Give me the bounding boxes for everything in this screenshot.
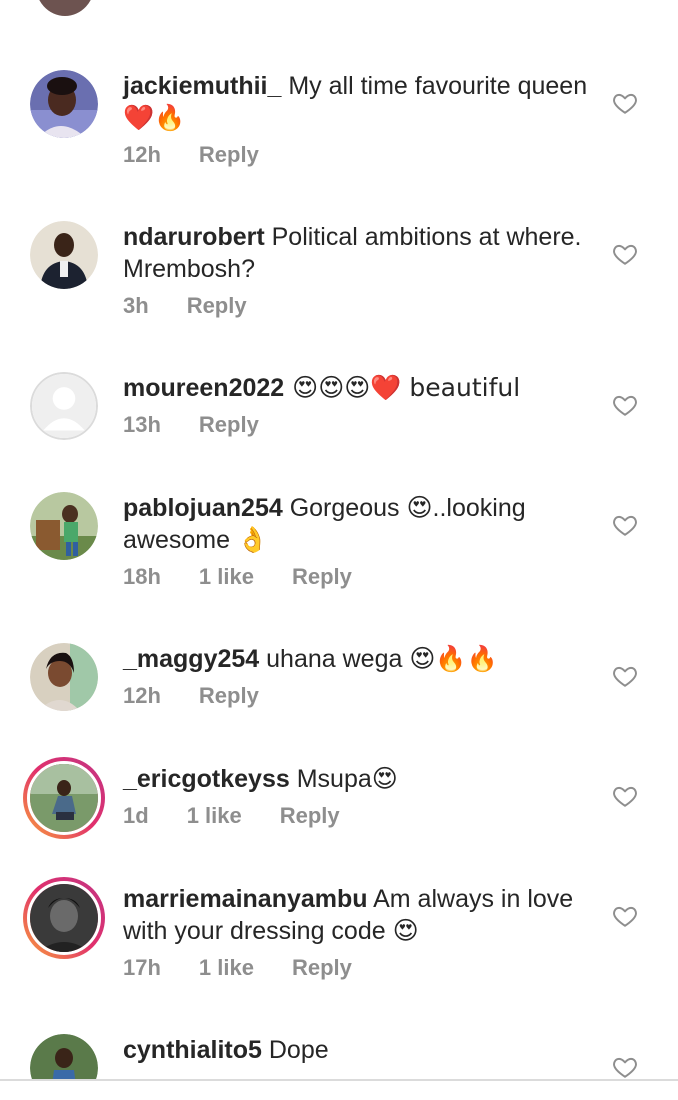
comment-text: jackiemuthii_ My all time favourite quee… xyxy=(123,70,593,134)
avatar-photo xyxy=(30,884,98,952)
comment-username[interactable]: marriemainanyambu xyxy=(123,885,368,913)
comment-username[interactable]: _maggy254 xyxy=(123,645,259,673)
heart-outline-icon[interactable] xyxy=(612,512,638,538)
comment-time: 13h xyxy=(123,412,161,437)
comment-body: Msupa😍 xyxy=(289,765,398,793)
heart-outline-icon[interactable] xyxy=(612,663,638,689)
comment-meta: 12h Reply xyxy=(123,142,593,168)
comment-time: 12h xyxy=(123,683,161,708)
bottom-divider xyxy=(0,1079,678,1081)
heart-outline-icon[interactable] xyxy=(612,90,638,116)
comment-username[interactable]: jackiemuthii_ xyxy=(123,72,281,100)
comment-body: My all time favourite queen xyxy=(281,72,588,100)
comment-time: 1d xyxy=(123,803,149,828)
avatar[interactable] xyxy=(30,492,98,560)
reply-button[interactable]: Reply xyxy=(292,564,352,590)
comment-username[interactable]: _ericgotkeyss xyxy=(123,765,290,793)
comment-text: pablojuan254 Gorgeous 😍..looking awesome… xyxy=(123,492,593,556)
avatar-photo xyxy=(30,492,98,560)
reply-button[interactable]: Reply xyxy=(199,683,259,709)
comment-time: 17h xyxy=(123,955,161,980)
like-count[interactable]: 1 like xyxy=(187,803,242,829)
avatar[interactable] xyxy=(30,1034,98,1079)
comment-meta: 12h Reply xyxy=(123,683,593,709)
reply-button[interactable]: Reply xyxy=(199,142,259,168)
comment-text: moureen2022 😍😍😍❤️ beautiful xyxy=(123,372,593,404)
comment-meta: 17h 1 like Reply xyxy=(123,955,593,981)
avatar[interactable] xyxy=(30,221,98,289)
avatar-photo xyxy=(30,1034,98,1079)
comment-meta: 13h Reply xyxy=(123,412,593,438)
heart-outline-icon[interactable] xyxy=(612,392,638,418)
avatar[interactable] xyxy=(30,70,98,138)
comment-text: cynthialito5 Dope xyxy=(123,1034,593,1066)
comment-time: 12h xyxy=(123,142,161,167)
like-count[interactable]: 1 like xyxy=(199,955,254,981)
comment-body: uhana wega 😍🔥🔥 xyxy=(259,645,498,673)
partial-comment xyxy=(0,0,678,20)
reply-button[interactable]: Reply xyxy=(292,955,352,981)
heart-outline-icon[interactable] xyxy=(612,241,638,267)
heart-outline-icon[interactable] xyxy=(612,1054,638,1079)
comment-time: 3h xyxy=(123,293,149,318)
avatar-photo xyxy=(30,70,98,138)
comment-text: ndarurobert Political ambitions at where… xyxy=(123,221,593,285)
comment-text: _ericgotkeyss Msupa😍 xyxy=(123,763,593,795)
avatar[interactable] xyxy=(35,0,95,16)
comment-username[interactable]: moureen2022 xyxy=(123,374,284,402)
comment-emoji: ❤️🔥 xyxy=(123,103,186,132)
default-avatar-icon xyxy=(32,374,96,438)
comment-username[interactable]: ndarurobert xyxy=(123,223,265,251)
like-count[interactable]: 1 like xyxy=(199,564,254,590)
comment-text: marriemainanyambu Am always in love with… xyxy=(123,883,593,947)
reply-button[interactable]: Reply xyxy=(199,412,259,438)
avatar-photo xyxy=(30,764,98,832)
reply-button[interactable]: Reply xyxy=(187,293,247,319)
avatar[interactable] xyxy=(30,372,98,440)
avatar-photo xyxy=(30,221,98,289)
avatar[interactable] xyxy=(30,643,98,711)
comment-text: _maggy254 uhana wega 😍🔥🔥 xyxy=(123,643,593,675)
avatar-story-ring[interactable] xyxy=(23,877,105,959)
heart-outline-icon[interactable] xyxy=(612,903,638,929)
avatar-story-ring[interactable] xyxy=(23,757,105,839)
comment-time: 18h xyxy=(123,564,161,589)
comment-body: 😍😍😍❤️ beautiful xyxy=(284,373,521,402)
comment-meta: 3h Reply xyxy=(123,293,593,319)
comment-meta: 1d 1 like Reply xyxy=(123,803,593,829)
heart-outline-icon[interactable] xyxy=(612,783,638,809)
reply-button[interactable]: Reply xyxy=(280,803,340,829)
comment-username[interactable]: pablojuan254 xyxy=(123,494,283,522)
comment-meta: 18h 1 like Reply xyxy=(123,564,593,590)
comments-list: jackiemuthii_ My all time favourite quee… xyxy=(0,0,678,1079)
comment-body: Dope xyxy=(261,1036,329,1064)
comment-username[interactable]: cynthialito5 xyxy=(123,1036,262,1064)
avatar-photo xyxy=(30,643,98,711)
